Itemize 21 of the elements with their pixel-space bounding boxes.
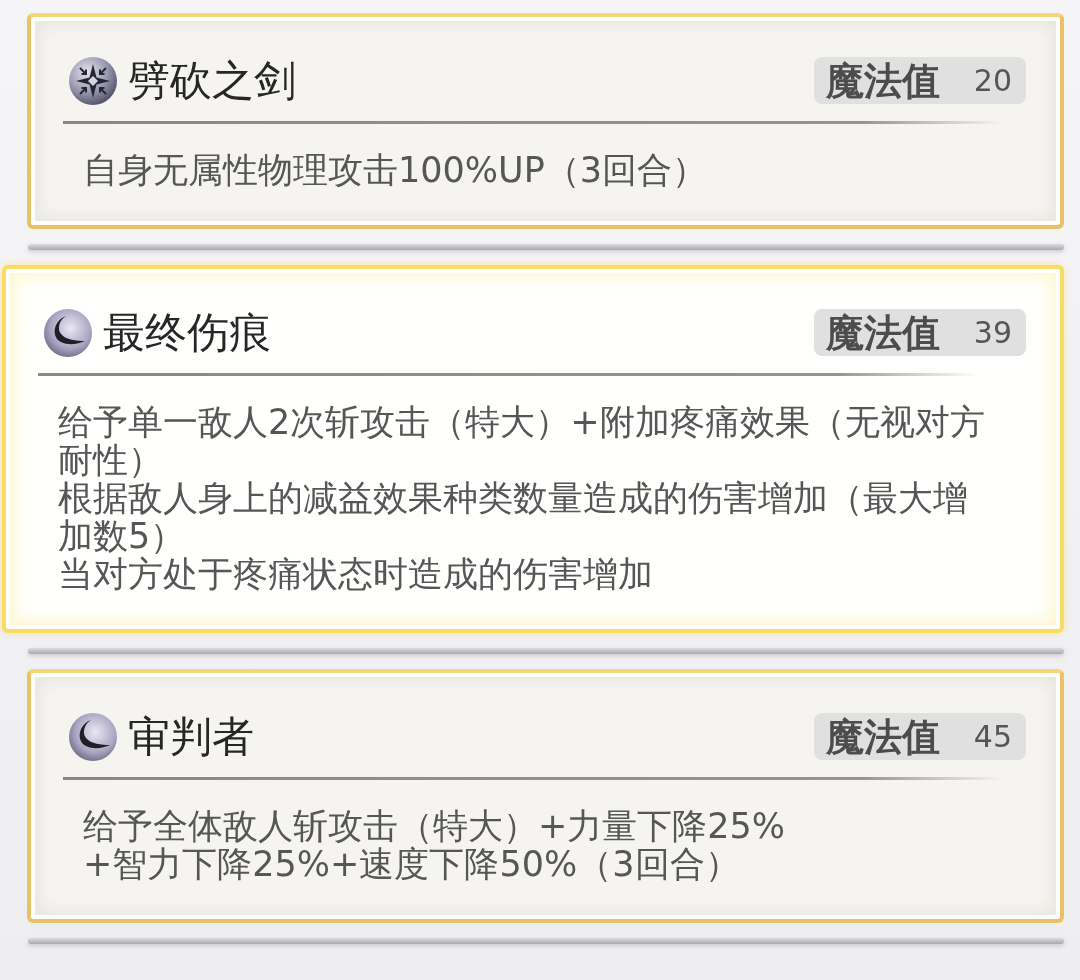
skill-description: 给予全体敌人斩攻击（特大）+力量下降25% xyxy=(83,807,786,845)
slash-orb-icon xyxy=(69,712,117,761)
skill-description: 给予单一敌人2次斩攻击（特大）+附加疼痛效果（无视对方耐性） xyxy=(58,403,986,479)
slash-orb-icon xyxy=(44,308,92,357)
skill-name: 最终伤痕 xyxy=(103,311,271,354)
skill-description: +智力下降25%+速度下降50%（3回合） xyxy=(83,845,740,883)
cost-label: 魔法值 xyxy=(825,717,940,756)
skill-description: 当对方处于疼痛状态时造成的伤害增加 xyxy=(58,555,653,593)
skill-card[interactable]: 劈砍之剑 魔法值 20 自身无属性物理攻击100%UP（3回合） xyxy=(27,13,1064,229)
skill-card[interactable]: 最终伤痕 魔法值 39 给予单一敌人2次斩攻击（特大）+附加疼痛效果（无视对方耐性） 根据敌人身上的减益效果种类数量造成的伤害增加（最大增加数5） 当对方处于疼痛状态时造成的伤害增加 xyxy=(2,265,1064,633)
cost-value: 39 xyxy=(973,317,1012,348)
cost-label: 魔法值 xyxy=(825,61,940,100)
star-orb-icon xyxy=(69,56,117,105)
cost-value: 20 xyxy=(973,65,1012,96)
skill-card[interactable]: 审判者 魔法值 45 给予全体敌人斩攻击（特大）+力量下降25% +智力下降25%+速度下降50%（3回合） xyxy=(27,669,1064,923)
skill-description: 根据敌人身上的减益效果种类数量造成的伤害增加（最大增加数5） xyxy=(58,479,969,555)
skill-name: 审判者 xyxy=(128,715,254,758)
cost-value: 45 xyxy=(973,721,1012,752)
cost-label: 魔法值 xyxy=(825,313,940,352)
skill-name: 劈砍之剑 xyxy=(128,59,296,102)
skill-description: 自身无属性物理攻击100%UP（3回合） xyxy=(83,151,708,189)
